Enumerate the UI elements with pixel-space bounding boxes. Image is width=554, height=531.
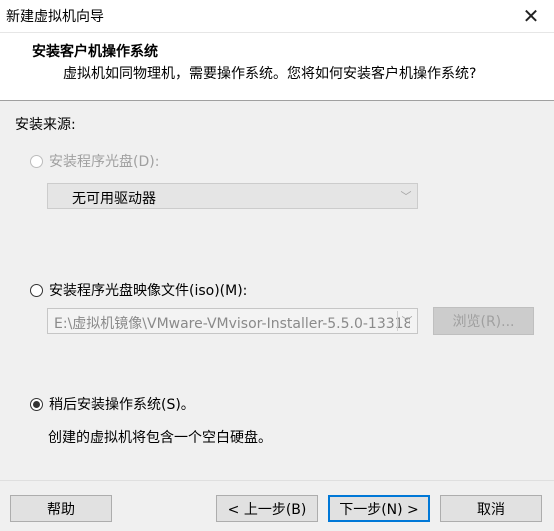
iso-path-combo[interactable]: E:\虚拟机镜像\VMware-VMvisor-Installer-5.5.0-…	[47, 308, 418, 334]
iso-radio[interactable]	[30, 283, 43, 297]
later-description: 创建的虚拟机将包含一个空白硬盘。	[48, 430, 272, 446]
disc-option[interactable]: 安装程序光盘(D):	[30, 151, 159, 171]
later-option-label: 稍后安装操作系统(S)。	[49, 397, 195, 413]
install-source-label: 安装来源:	[15, 117, 76, 133]
disc-radio[interactable]	[30, 154, 43, 168]
window-title: 新建虚拟机向导	[6, 9, 104, 25]
drive-select[interactable]: 无可用驱动器 ﹀	[47, 183, 418, 209]
later-radio[interactable]	[30, 397, 43, 411]
disc-option-label: 安装程序光盘(D):	[49, 154, 160, 170]
browse-button[interactable]: 浏览(R)...	[433, 307, 534, 335]
next-button[interactable]: 下一步(N) >	[328, 495, 430, 522]
radio-selected-dot	[33, 400, 40, 408]
wizard-header: 安装客户机操作系统 虚拟机如同物理机，需要操作系统。您将如何安装客户机操作系统?	[0, 33, 554, 101]
cancel-button[interactable]: 取消	[440, 495, 542, 522]
page-subtitle: 虚拟机如同物理机，需要操作系统。您将如何安装客户机操作系统?	[63, 66, 477, 82]
iso-path-value: E:\虚拟机镜像\VMware-VMvisor-Installer-5.5.0-…	[54, 316, 410, 332]
back-button[interactable]: < 上一步(B)	[216, 495, 318, 522]
chevron-down-icon: ﹀	[400, 190, 412, 203]
footer-divider	[0, 480, 554, 481]
page-title: 安装客户机操作系统	[32, 44, 158, 60]
iso-option[interactable]: 安装程序光盘映像文件(iso)(M):	[30, 280, 247, 300]
drive-select-value: 无可用驱动器	[72, 191, 156, 207]
later-option[interactable]: 稍后安装操作系统(S)。	[30, 394, 195, 414]
help-button[interactable]: 帮助	[10, 495, 112, 522]
title-bar: 新建虚拟机向导 ✕	[0, 0, 554, 33]
chevron-down-icon: ﹀	[397, 311, 416, 331]
iso-option-label: 安装程序光盘映像文件(iso)(M):	[49, 283, 248, 299]
close-icon[interactable]: ✕	[518, 4, 544, 28]
